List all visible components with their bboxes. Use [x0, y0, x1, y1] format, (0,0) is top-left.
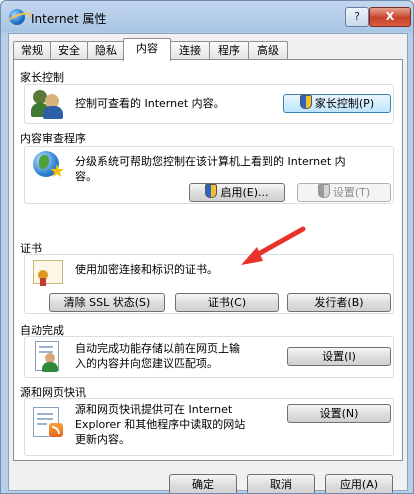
- enable-button[interactable]: 启用(E)...: [189, 183, 285, 202]
- parental-controls-heading: 家长控制: [20, 71, 64, 84]
- close-button[interactable]: X: [369, 7, 411, 27]
- shield-icon: [299, 95, 312, 109]
- parental-controls-icon: [31, 86, 65, 120]
- clear-ssl-state-button[interactable]: 清除 SSL 状态(S): [49, 293, 165, 312]
- certificates-description: 使用加密连接和标识的证书。: [75, 263, 218, 276]
- cancel-button[interactable]: 取消: [247, 474, 315, 493]
- dialog-client-area: 常规 安全 隐私 内容 连接 程序 高级 家长控制 控制可查看的 Interne…: [8, 33, 408, 493]
- shield-icon: [205, 184, 218, 198]
- ok-button[interactable]: 确定: [169, 474, 237, 493]
- tab-security[interactable]: 安全: [50, 41, 88, 59]
- feeds-description-line3: 更新内容。: [75, 433, 130, 446]
- feed-rss-icon: [31, 405, 65, 439]
- internet-explorer-icon: [9, 9, 25, 25]
- globe-star-icon: ★: [31, 149, 65, 183]
- feeds-description-line2: Explorer 和其他程序中读取的网站: [75, 418, 246, 431]
- apply-button[interactable]: 应用(A): [325, 474, 393, 493]
- autocomplete-description-line1: 自动完成功能存储以前在网页上输: [75, 342, 240, 355]
- title-bar[interactable]: Internet 属性 ? X: [1, 1, 413, 33]
- autocomplete-settings-button[interactable]: 设置(I): [287, 347, 391, 366]
- shield-icon: [317, 184, 330, 198]
- tab-general[interactable]: 常规: [13, 41, 51, 59]
- content-advisor-description-line1: 分级系统可帮助您控制在该计算机上看到的 Internet 内: [75, 155, 346, 168]
- parental-controls-group: 控制可查看的 Internet 内容。 家长控制(P): [24, 84, 394, 124]
- autocomplete-form-icon: [31, 339, 65, 373]
- feeds-description-line1: 源和网页快讯提供可在 Internet: [75, 403, 233, 416]
- content-advisor-settings-button[interactable]: 设置(T): [297, 183, 391, 202]
- content-advisor-description-line2: 容。: [75, 170, 97, 183]
- tab-connections[interactable]: 连接: [170, 41, 210, 59]
- publishers-button[interactable]: 发行者(B): [287, 293, 391, 312]
- autocomplete-description-line2: 入的内容并向您建议匹配项。: [75, 357, 218, 370]
- parental-controls-description: 控制可查看的 Internet 内容。: [75, 97, 225, 110]
- internet-properties-window: Internet 属性 ? X 常规 安全 隐私 内容 连接 程序 高级 家长控…: [0, 0, 414, 494]
- certificates-group: 使用加密连接和标识的证书。 清除 SSL 状态(S) 证书(C) 发行者(B): [24, 254, 394, 314]
- feeds-group: 源和网页快讯提供可在 Internet Explorer 和其他程序中读取的网站…: [24, 398, 394, 456]
- tab-strip: 常规 安全 隐私 内容 连接 程序 高级: [13, 38, 403, 61]
- tab-programs[interactable]: 程序: [209, 41, 249, 59]
- tab-privacy[interactable]: 隐私: [87, 41, 125, 59]
- autocomplete-group: 自动完成功能存储以前在网页上输 入的内容并向您建议匹配项。 设置(I): [24, 336, 394, 378]
- content-advisor-heading: 内容审查程序: [20, 132, 86, 145]
- certificate-icon: [31, 256, 65, 290]
- tab-content[interactable]: 内容: [123, 38, 171, 61]
- tab-advanced[interactable]: 高级: [248, 41, 288, 59]
- certificates-button[interactable]: 证书(C): [175, 293, 279, 312]
- parental-controls-button[interactable]: 家长控制(P): [283, 94, 391, 113]
- content-advisor-group: ★ 分级系统可帮助您控制在该计算机上看到的 Internet 内 容。 启用(E…: [24, 146, 394, 204]
- feeds-settings-button[interactable]: 设置(N): [287, 404, 391, 423]
- help-button[interactable]: ?: [345, 7, 369, 27]
- window-title: Internet 属性: [31, 12, 107, 26]
- content-tab-panel: 家长控制 控制可查看的 Internet 内容。 家长控制(P) 内容审查程序 …: [13, 59, 403, 461]
